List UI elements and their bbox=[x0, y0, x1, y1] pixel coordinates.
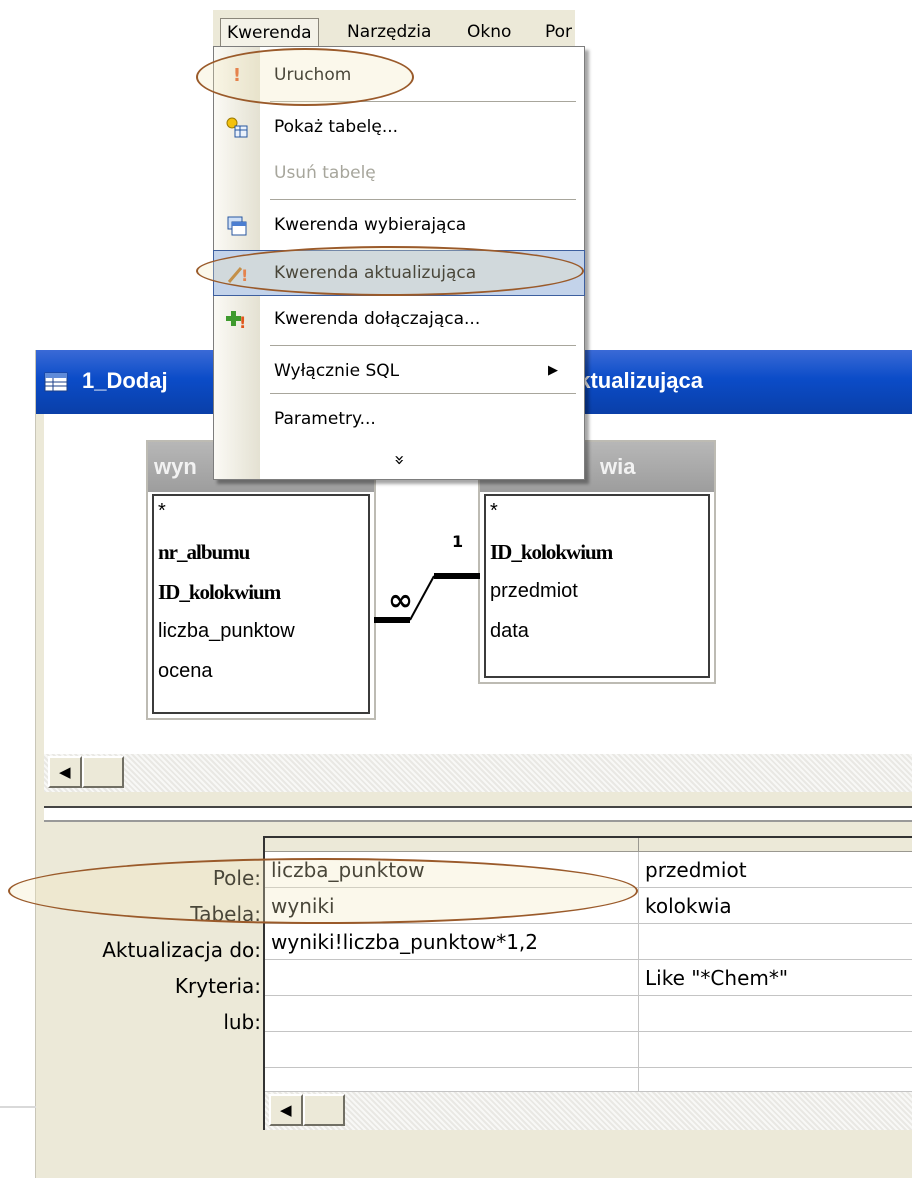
scroll-thumb[interactable] bbox=[82, 756, 124, 788]
highlight-ellipse-update-to bbox=[8, 858, 638, 924]
window-title-part2: aktualizująca bbox=[566, 368, 703, 393]
scroll-thumb[interactable] bbox=[303, 1094, 345, 1126]
menu-item-label: Pokaż tabelę... bbox=[274, 117, 399, 137]
select-query-icon bbox=[227, 216, 247, 236]
grid-cell-field[interactable]: przedmiot bbox=[639, 852, 912, 888]
column-selector[interactable] bbox=[639, 838, 912, 852]
menu-item-label: Kwerenda dołączająca... bbox=[274, 309, 481, 329]
append-query-icon: ! bbox=[226, 311, 246, 331]
grid-cell-or[interactable] bbox=[639, 996, 912, 1032]
field-item[interactable]: przedmiot bbox=[490, 580, 578, 603]
menu-bar: Kwerenda Narzędzia Okno Por bbox=[213, 10, 578, 51]
field-item-key[interactable]: nr_albumu bbox=[158, 540, 250, 565]
arrow-left-icon: ◀ bbox=[280, 1101, 292, 1119]
divider bbox=[0, 1106, 36, 1108]
grid-cell-criteria[interactable] bbox=[265, 960, 639, 996]
field-item[interactable]: data bbox=[490, 620, 529, 643]
many-marker: ∞ bbox=[388, 583, 413, 618]
table-wyniki[interactable]: wyn * nr_albumu ID_kolokwium liczba_punk… bbox=[146, 440, 376, 720]
pane-splitter[interactable] bbox=[44, 806, 912, 822]
highlight-ellipse-update-query bbox=[196, 246, 584, 296]
field-item[interactable]: liczba_punktow bbox=[158, 620, 295, 643]
menu-item-label: Usuń tabelę bbox=[274, 163, 376, 183]
menu-separator bbox=[270, 393, 576, 394]
menu-item-label: Kwerenda wybierająca bbox=[274, 215, 467, 235]
row-label-kryteria: Kryteria: bbox=[174, 974, 261, 998]
field-item[interactable]: * bbox=[158, 500, 166, 523]
arrow-left-icon: ◀ bbox=[59, 763, 71, 781]
menu-narzedzia[interactable]: Narzędzia bbox=[341, 18, 437, 46]
menu-pomoc[interactable]: Por bbox=[539, 18, 578, 46]
query-icon bbox=[44, 372, 68, 392]
grid-cell-empty[interactable] bbox=[639, 1068, 912, 1092]
menu-item-kwerenda-wybierajaca[interactable]: Kwerenda wybierająca bbox=[214, 203, 584, 247]
scroll-left-button[interactable]: ◀ bbox=[269, 1094, 303, 1126]
field-item[interactable]: ocena bbox=[158, 660, 213, 683]
menu-item-label: Parametry... bbox=[274, 409, 376, 429]
submenu-arrow-icon: ▶ bbox=[548, 363, 558, 378]
one-marker: 1 bbox=[452, 532, 464, 551]
grid-cell-empty[interactable] bbox=[265, 1068, 639, 1092]
svg-text:!: ! bbox=[239, 313, 246, 331]
menu-okno[interactable]: Okno bbox=[461, 18, 517, 46]
highlight-ellipse-uruchom bbox=[196, 48, 414, 106]
table-field-list: * ID_kolokwium przedmiot data bbox=[484, 494, 710, 678]
grid-horizontal-scrollbar[interactable]: ◀ bbox=[265, 1092, 912, 1130]
row-label-lub: lub: bbox=[223, 1010, 261, 1034]
grid-cell-empty[interactable] bbox=[265, 1032, 639, 1068]
expand-menu-icon[interactable]: » bbox=[384, 435, 414, 485]
grid-cell-or[interactable] bbox=[265, 996, 639, 1032]
field-item-key[interactable]: ID_kolokwium bbox=[158, 580, 281, 605]
field-item[interactable]: * bbox=[490, 500, 498, 523]
table-field-list: * nr_albumu ID_kolokwium liczba_punktow … bbox=[152, 494, 370, 714]
menu-separator bbox=[270, 199, 576, 200]
show-table-icon bbox=[226, 117, 248, 138]
menu-item-wylacznie-sql[interactable]: Wyłącznie SQL ▶ bbox=[214, 349, 584, 393]
scroll-left-button[interactable]: ◀ bbox=[48, 756, 82, 788]
grid-cell-update-to[interactable]: wyniki!liczba_punktow*1,2 bbox=[265, 924, 639, 960]
grid-cell-empty[interactable] bbox=[639, 1032, 912, 1068]
horizontal-scrollbar[interactable]: ◀ bbox=[44, 754, 912, 792]
menu-item-kwerenda-dolaczajaca[interactable]: ! Kwerenda dołączająca... bbox=[214, 297, 584, 341]
field-item-key[interactable]: ID_kolokwium bbox=[490, 540, 613, 565]
menu-separator bbox=[270, 345, 576, 346]
grid-cell-criteria[interactable]: Like "*Chem*" bbox=[639, 960, 912, 996]
row-label-aktualizacja: Aktualizacja do: bbox=[102, 938, 261, 962]
menu-item-label: Wyłącznie SQL bbox=[274, 361, 400, 381]
grid-cell-update-to[interactable] bbox=[639, 924, 912, 960]
grid-cell-table[interactable]: kolokwia bbox=[639, 888, 912, 924]
menu-item-pokaz-tabele[interactable]: Pokaż tabelę... bbox=[214, 105, 584, 149]
menu-item-usun-tabele[interactable]: Usuń tabelę bbox=[214, 151, 584, 195]
column-selector[interactable] bbox=[265, 838, 639, 852]
window-title-part1: 1_Dodaj bbox=[82, 368, 168, 393]
